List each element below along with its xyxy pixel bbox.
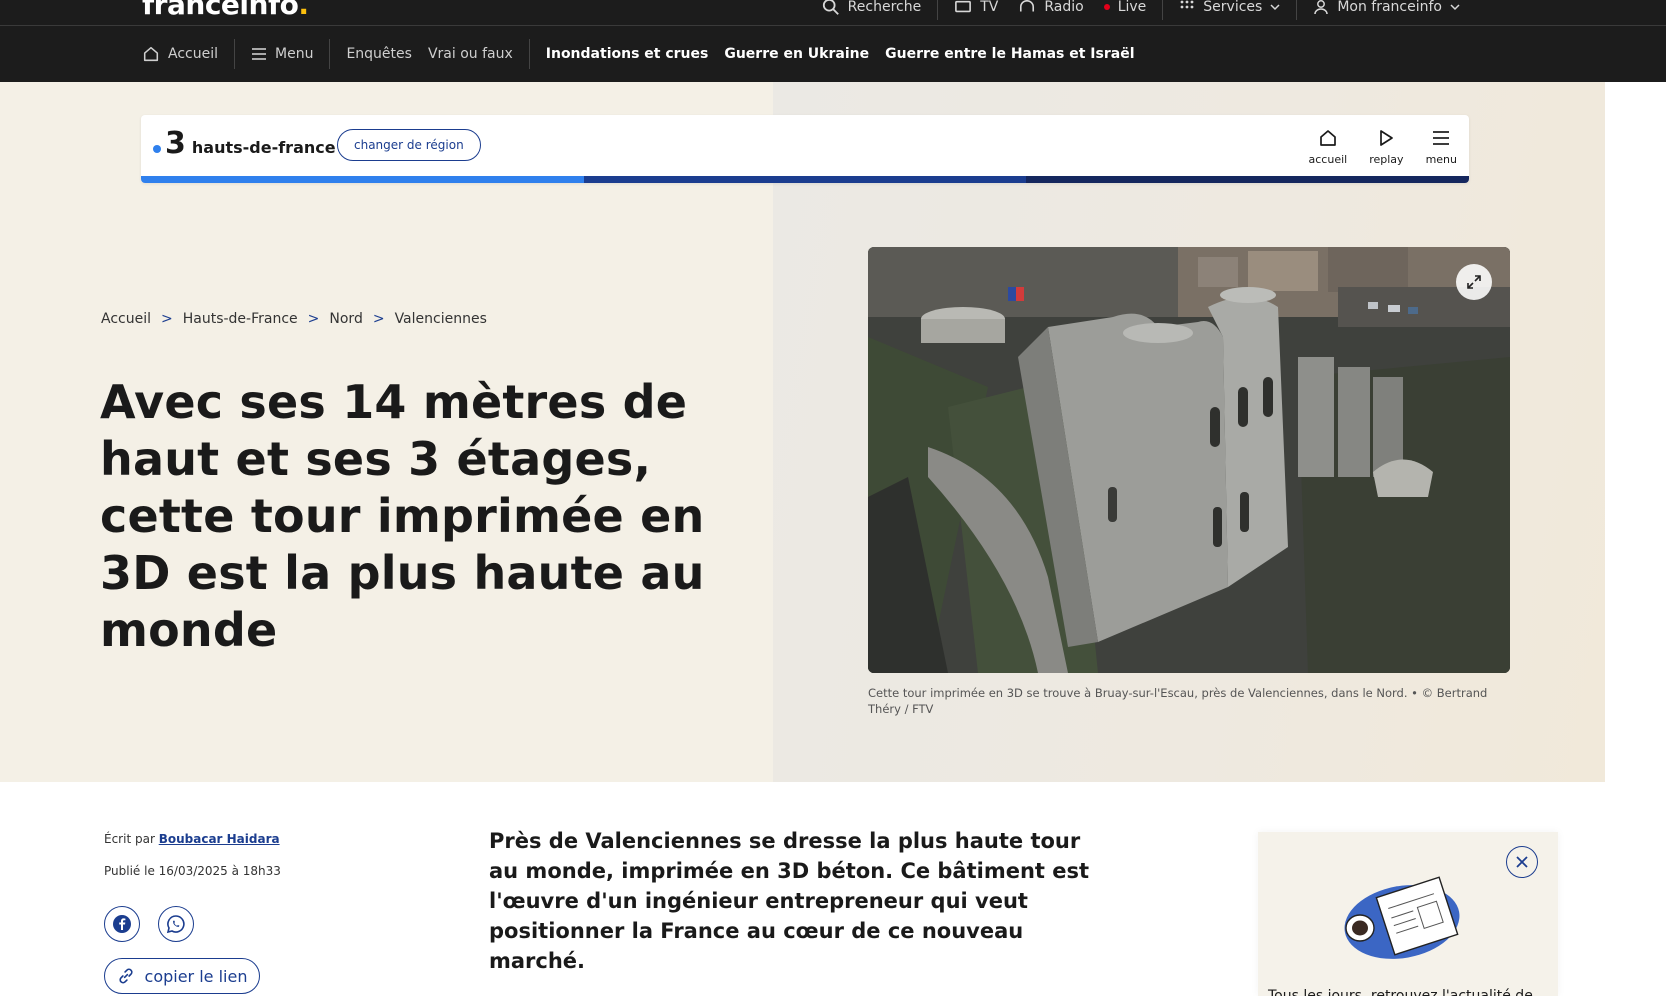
- home-icon: [143, 46, 159, 62]
- whatsapp-icon: [166, 915, 185, 934]
- tv-icon: [955, 0, 972, 13]
- nav-home-link[interactable]: Accueil: [142, 38, 234, 70]
- live-label: Live: [1117, 0, 1147, 15]
- copy-link-button[interactable]: copier le lien: [104, 958, 260, 994]
- search-icon: [822, 0, 839, 15]
- promo-text: Tous les jours, retrouvez l'actualité de: [1268, 988, 1533, 996]
- byline-prefix: Écrit par: [104, 832, 155, 846]
- region-actions: accueil replay menu: [1309, 127, 1457, 166]
- region-menu-button[interactable]: menu: [1426, 127, 1457, 166]
- whatsapp-share-button[interactable]: [158, 906, 194, 942]
- channel-number: 3: [165, 126, 186, 161]
- headphones-icon: [1020, 0, 1035, 12]
- grid-icon: [1180, 0, 1194, 9]
- region-home-button[interactable]: accueil: [1308, 127, 1348, 166]
- newspaper-coffee-illustration: [1344, 876, 1460, 959]
- top-nav: Recherche TV Radio Live Services Mon fra…: [806, 0, 1476, 20]
- region-bar-segment: [141, 176, 584, 183]
- nav-link-vrai-ou-faux[interactable]: Vrai ou faux: [420, 38, 529, 70]
- hot-topic-inondations[interactable]: Inondations et crues: [530, 46, 717, 62]
- region-name: hauts-de-france: [191, 138, 336, 157]
- copy-link-label: copier le lien: [144, 966, 248, 986]
- regional-banner: 3 hauts-de-france changer de région accu…: [141, 115, 1469, 183]
- nav-menu-button[interactable]: Menu: [235, 38, 329, 70]
- expand-icon: [1467, 275, 1481, 289]
- breadcrumb-link-valenciennes[interactable]: Valenciennes: [395, 311, 487, 327]
- live-link[interactable]: Live: [1100, 0, 1163, 20]
- nav-link-label: Enquêtes: [346, 46, 412, 62]
- facebook-icon: [113, 915, 131, 933]
- hot-topic-hamas-israel[interactable]: Guerre entre le Hamas et Israël: [877, 46, 1142, 62]
- share-buttons: [104, 906, 194, 942]
- breadcrumb-separator: >: [372, 311, 385, 327]
- tv-label: TV: [980, 0, 999, 15]
- region-bar-segment: [1026, 176, 1469, 183]
- france3-region-logo[interactable]: 3 hauts-de-france: [153, 129, 336, 159]
- nav-menu-label: Menu: [275, 46, 314, 62]
- chevron-down-icon: [1270, 4, 1280, 11]
- article-photo[interactable]: [868, 247, 1510, 673]
- region-replay-button[interactable]: replay: [1369, 127, 1404, 166]
- breadcrumb-link-hauts-de-france[interactable]: Hauts-de-France: [183, 311, 298, 327]
- facebook-share-button[interactable]: [104, 906, 140, 942]
- home-icon: [1320, 130, 1336, 146]
- radio-link[interactable]: Radio: [1014, 0, 1099, 20]
- region-menu-label: menu: [1425, 153, 1457, 166]
- main-nav: Accueil Menu Enquêtes Vrai ou faux Inond…: [0, 26, 1666, 82]
- nav-home-label: Accueil: [168, 46, 218, 62]
- link-icon: [118, 968, 133, 984]
- radio-label: Radio: [1044, 0, 1084, 15]
- region-color-bar: [141, 176, 1469, 183]
- fullscreen-button[interactable]: [1456, 264, 1492, 300]
- breadcrumb: Accueil > Hauts-de-France > Nord > Valen…: [101, 311, 487, 327]
- hero-gutter: [1605, 82, 1666, 782]
- account-label: Mon franceinfo: [1337, 0, 1442, 15]
- france3-dot-icon: [153, 145, 161, 153]
- newsletter-promo: Tous les jours, retrouvez l'actualité de: [1258, 832, 1558, 996]
- search-button[interactable]: Recherche: [806, 0, 938, 20]
- hot-topic-ukraine[interactable]: Guerre en Ukraine: [716, 46, 877, 62]
- hamburger-icon: [252, 48, 266, 60]
- article-title: Avec ses 14 mètres de haut et ses 3 étag…: [100, 375, 705, 657]
- logo-dot: .: [298, 0, 309, 21]
- article-lead: Près de Valenciennes se dresse la plus h…: [489, 829, 1090, 973]
- photo-caption: Cette tour imprimée en 3D se trouve à Br…: [868, 686, 1488, 716]
- account-dropdown[interactable]: Mon franceinfo: [1296, 0, 1476, 20]
- author-link[interactable]: Boubacar Haidara: [159, 832, 280, 846]
- breadcrumb-link-nord[interactable]: Nord: [329, 311, 362, 327]
- hamburger-icon: [1433, 131, 1450, 145]
- promo-close-button[interactable]: [1506, 846, 1538, 878]
- breadcrumb-link-accueil[interactable]: Accueil: [101, 311, 151, 327]
- change-region-button[interactable]: changer de région: [337, 129, 481, 161]
- article-hero: 3 hauts-de-france changer de région accu…: [0, 82, 1666, 782]
- search-label: Recherche: [847, 0, 922, 15]
- region-replay-label: replay: [1369, 153, 1404, 166]
- top-bar: franceinfo. Recherche TV Radio Live Serv…: [0, 0, 1666, 26]
- byline: Écrit par Boubacar Haidara: [104, 832, 280, 846]
- region-bar-segment: [583, 176, 1027, 183]
- franceinfo-logo[interactable]: franceinfo.: [142, 0, 309, 21]
- nav-link-enquetes[interactable]: Enquêtes: [330, 38, 420, 70]
- services-dropdown[interactable]: Services: [1162, 0, 1296, 20]
- services-label: Services: [1203, 0, 1263, 15]
- logo-text: franceinfo: [142, 0, 299, 21]
- tv-link[interactable]: TV: [937, 0, 1014, 20]
- breadcrumb-separator: >: [161, 311, 173, 327]
- tower-photo-illustration: [868, 247, 1510, 673]
- close-icon: [1516, 856, 1528, 868]
- publish-date: Publié le 16/03/2025 à 18h33: [104, 864, 281, 878]
- live-dot-icon: [1103, 4, 1110, 10]
- chevron-down-icon: [1450, 4, 1460, 11]
- region-home-label: accueil: [1308, 153, 1348, 166]
- nav-link-label: Vrai ou faux: [427, 46, 513, 62]
- breadcrumb-separator: >: [307, 311, 320, 327]
- play-icon: [1380, 130, 1394, 146]
- user-icon: [1314, 0, 1329, 15]
